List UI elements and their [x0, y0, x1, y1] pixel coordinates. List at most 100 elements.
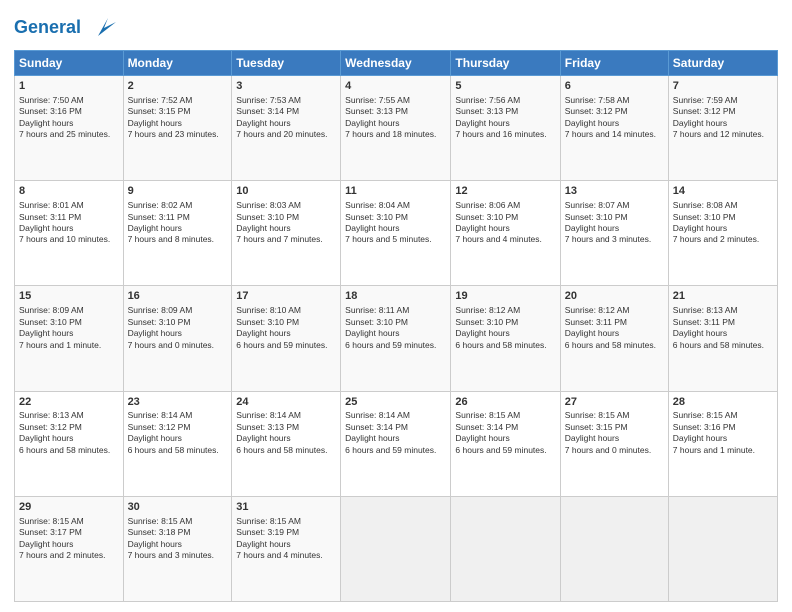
calendar-table: SundayMondayTuesdayWednesdayThursdayFrid… — [14, 50, 778, 602]
day-number: 14 — [673, 184, 773, 199]
day-info: Sunrise: 8:03 AMSunset: 3:10 PMDaylight … — [236, 200, 336, 246]
day-info: Sunrise: 8:15 AMSunset: 3:15 PMDaylight … — [565, 410, 664, 456]
day-info: Sunrise: 8:13 AMSunset: 3:12 PMDaylight … — [19, 410, 119, 456]
logo-text: General — [14, 14, 116, 42]
calendar-cell: 10Sunrise: 8:03 AMSunset: 3:10 PMDayligh… — [232, 181, 341, 286]
day-info: Sunrise: 7:52 AMSunset: 3:15 PMDaylight … — [128, 95, 228, 141]
calendar-cell — [668, 496, 777, 601]
day-number: 13 — [565, 184, 664, 199]
logo-bird-icon — [88, 14, 116, 42]
day-number: 1 — [19, 79, 119, 94]
day-number: 24 — [236, 395, 336, 410]
day-info: Sunrise: 8:01 AMSunset: 3:11 PMDaylight … — [19, 200, 119, 246]
calendar-cell: 22Sunrise: 8:13 AMSunset: 3:12 PMDayligh… — [15, 391, 124, 496]
day-info: Sunrise: 7:55 AMSunset: 3:13 PMDaylight … — [345, 95, 446, 141]
calendar-cell: 18Sunrise: 8:11 AMSunset: 3:10 PMDayligh… — [341, 286, 451, 391]
day-info: Sunrise: 8:14 AMSunset: 3:13 PMDaylight … — [236, 410, 336, 456]
day-info: Sunrise: 8:15 AMSunset: 3:19 PMDaylight … — [236, 516, 336, 562]
day-info: Sunrise: 8:02 AMSunset: 3:11 PMDaylight … — [128, 200, 228, 246]
calendar-page: General SundayMondayTuesdayWednesdayThur… — [0, 0, 792, 612]
day-number: 7 — [673, 79, 773, 94]
calendar-cell — [451, 496, 560, 601]
calendar-cell: 16Sunrise: 8:09 AMSunset: 3:10 PMDayligh… — [123, 286, 232, 391]
day-info: Sunrise: 7:58 AMSunset: 3:12 PMDaylight … — [565, 95, 664, 141]
day-number: 22 — [19, 395, 119, 410]
day-number: 20 — [565, 289, 664, 304]
calendar-cell: 15Sunrise: 8:09 AMSunset: 3:10 PMDayligh… — [15, 286, 124, 391]
day-info: Sunrise: 8:15 AMSunset: 3:18 PMDaylight … — [128, 516, 228, 562]
day-number: 9 — [128, 184, 228, 199]
day-number: 17 — [236, 289, 336, 304]
day-number: 28 — [673, 395, 773, 410]
day-number: 31 — [236, 500, 336, 515]
calendar-cell: 28Sunrise: 8:15 AMSunset: 3:16 PMDayligh… — [668, 391, 777, 496]
day-info: Sunrise: 8:15 AMSunset: 3:16 PMDaylight … — [673, 410, 773, 456]
day-number: 11 — [345, 184, 446, 199]
day-number: 18 — [345, 289, 446, 304]
calendar-cell: 24Sunrise: 8:14 AMSunset: 3:13 PMDayligh… — [232, 391, 341, 496]
calendar-cell: 13Sunrise: 8:07 AMSunset: 3:10 PMDayligh… — [560, 181, 668, 286]
day-info: Sunrise: 8:13 AMSunset: 3:11 PMDaylight … — [673, 305, 773, 351]
logo: General — [14, 14, 116, 42]
calendar-cell: 9Sunrise: 8:02 AMSunset: 3:11 PMDaylight… — [123, 181, 232, 286]
day-number: 27 — [565, 395, 664, 410]
calendar-cell: 3Sunrise: 7:53 AMSunset: 3:14 PMDaylight… — [232, 76, 341, 181]
day-info: Sunrise: 7:56 AMSunset: 3:13 PMDaylight … — [455, 95, 555, 141]
calendar-cell: 31Sunrise: 8:15 AMSunset: 3:19 PMDayligh… — [232, 496, 341, 601]
calendar-cell: 11Sunrise: 8:04 AMSunset: 3:10 PMDayligh… — [341, 181, 451, 286]
day-number: 15 — [19, 289, 119, 304]
calendar-cell: 6Sunrise: 7:58 AMSunset: 3:12 PMDaylight… — [560, 76, 668, 181]
day-number: 5 — [455, 79, 555, 94]
calendar-cell: 25Sunrise: 8:14 AMSunset: 3:14 PMDayligh… — [341, 391, 451, 496]
calendar-cell: 5Sunrise: 7:56 AMSunset: 3:13 PMDaylight… — [451, 76, 560, 181]
day-info: Sunrise: 7:53 AMSunset: 3:14 PMDaylight … — [236, 95, 336, 141]
day-info: Sunrise: 8:15 AMSunset: 3:17 PMDaylight … — [19, 516, 119, 562]
day-number: 16 — [128, 289, 228, 304]
calendar-cell: 23Sunrise: 8:14 AMSunset: 3:12 PMDayligh… — [123, 391, 232, 496]
day-number: 26 — [455, 395, 555, 410]
day-info: Sunrise: 8:15 AMSunset: 3:14 PMDaylight … — [455, 410, 555, 456]
day-info: Sunrise: 8:11 AMSunset: 3:10 PMDaylight … — [345, 305, 446, 351]
day-number: 29 — [19, 500, 119, 515]
dow-header: Wednesday — [341, 51, 451, 76]
day-number: 8 — [19, 184, 119, 199]
day-number: 25 — [345, 395, 446, 410]
calendar-cell: 26Sunrise: 8:15 AMSunset: 3:14 PMDayligh… — [451, 391, 560, 496]
calendar-cell: 7Sunrise: 7:59 AMSunset: 3:12 PMDaylight… — [668, 76, 777, 181]
calendar-cell: 4Sunrise: 7:55 AMSunset: 3:13 PMDaylight… — [341, 76, 451, 181]
calendar-cell: 29Sunrise: 8:15 AMSunset: 3:17 PMDayligh… — [15, 496, 124, 601]
day-number: 10 — [236, 184, 336, 199]
calendar-cell: 2Sunrise: 7:52 AMSunset: 3:15 PMDaylight… — [123, 76, 232, 181]
dow-header: Monday — [123, 51, 232, 76]
day-number: 2 — [128, 79, 228, 94]
day-info: Sunrise: 8:04 AMSunset: 3:10 PMDaylight … — [345, 200, 446, 246]
calendar-cell: 14Sunrise: 8:08 AMSunset: 3:10 PMDayligh… — [668, 181, 777, 286]
day-info: Sunrise: 8:10 AMSunset: 3:10 PMDaylight … — [236, 305, 336, 351]
dow-header: Friday — [560, 51, 668, 76]
day-info: Sunrise: 8:12 AMSunset: 3:10 PMDaylight … — [455, 305, 555, 351]
dow-header: Saturday — [668, 51, 777, 76]
day-number: 12 — [455, 184, 555, 199]
day-number: 23 — [128, 395, 228, 410]
day-info: Sunrise: 7:50 AMSunset: 3:16 PMDaylight … — [19, 95, 119, 141]
day-number: 6 — [565, 79, 664, 94]
day-number: 30 — [128, 500, 228, 515]
day-info: Sunrise: 8:09 AMSunset: 3:10 PMDaylight … — [19, 305, 119, 351]
day-number: 19 — [455, 289, 555, 304]
calendar-cell: 19Sunrise: 8:12 AMSunset: 3:10 PMDayligh… — [451, 286, 560, 391]
day-info: Sunrise: 8:07 AMSunset: 3:10 PMDaylight … — [565, 200, 664, 246]
dow-header: Thursday — [451, 51, 560, 76]
day-info: Sunrise: 8:09 AMSunset: 3:10 PMDaylight … — [128, 305, 228, 351]
header: General — [14, 10, 778, 42]
logo-general: General — [14, 17, 81, 37]
day-info: Sunrise: 7:59 AMSunset: 3:12 PMDaylight … — [673, 95, 773, 141]
calendar-cell: 1Sunrise: 7:50 AMSunset: 3:16 PMDaylight… — [15, 76, 124, 181]
day-info: Sunrise: 8:14 AMSunset: 3:12 PMDaylight … — [128, 410, 228, 456]
day-number: 4 — [345, 79, 446, 94]
dow-header: Tuesday — [232, 51, 341, 76]
day-info: Sunrise: 8:06 AMSunset: 3:10 PMDaylight … — [455, 200, 555, 246]
dow-header: Sunday — [15, 51, 124, 76]
day-info: Sunrise: 8:12 AMSunset: 3:11 PMDaylight … — [565, 305, 664, 351]
calendar-cell: 17Sunrise: 8:10 AMSunset: 3:10 PMDayligh… — [232, 286, 341, 391]
day-info: Sunrise: 8:14 AMSunset: 3:14 PMDaylight … — [345, 410, 446, 456]
